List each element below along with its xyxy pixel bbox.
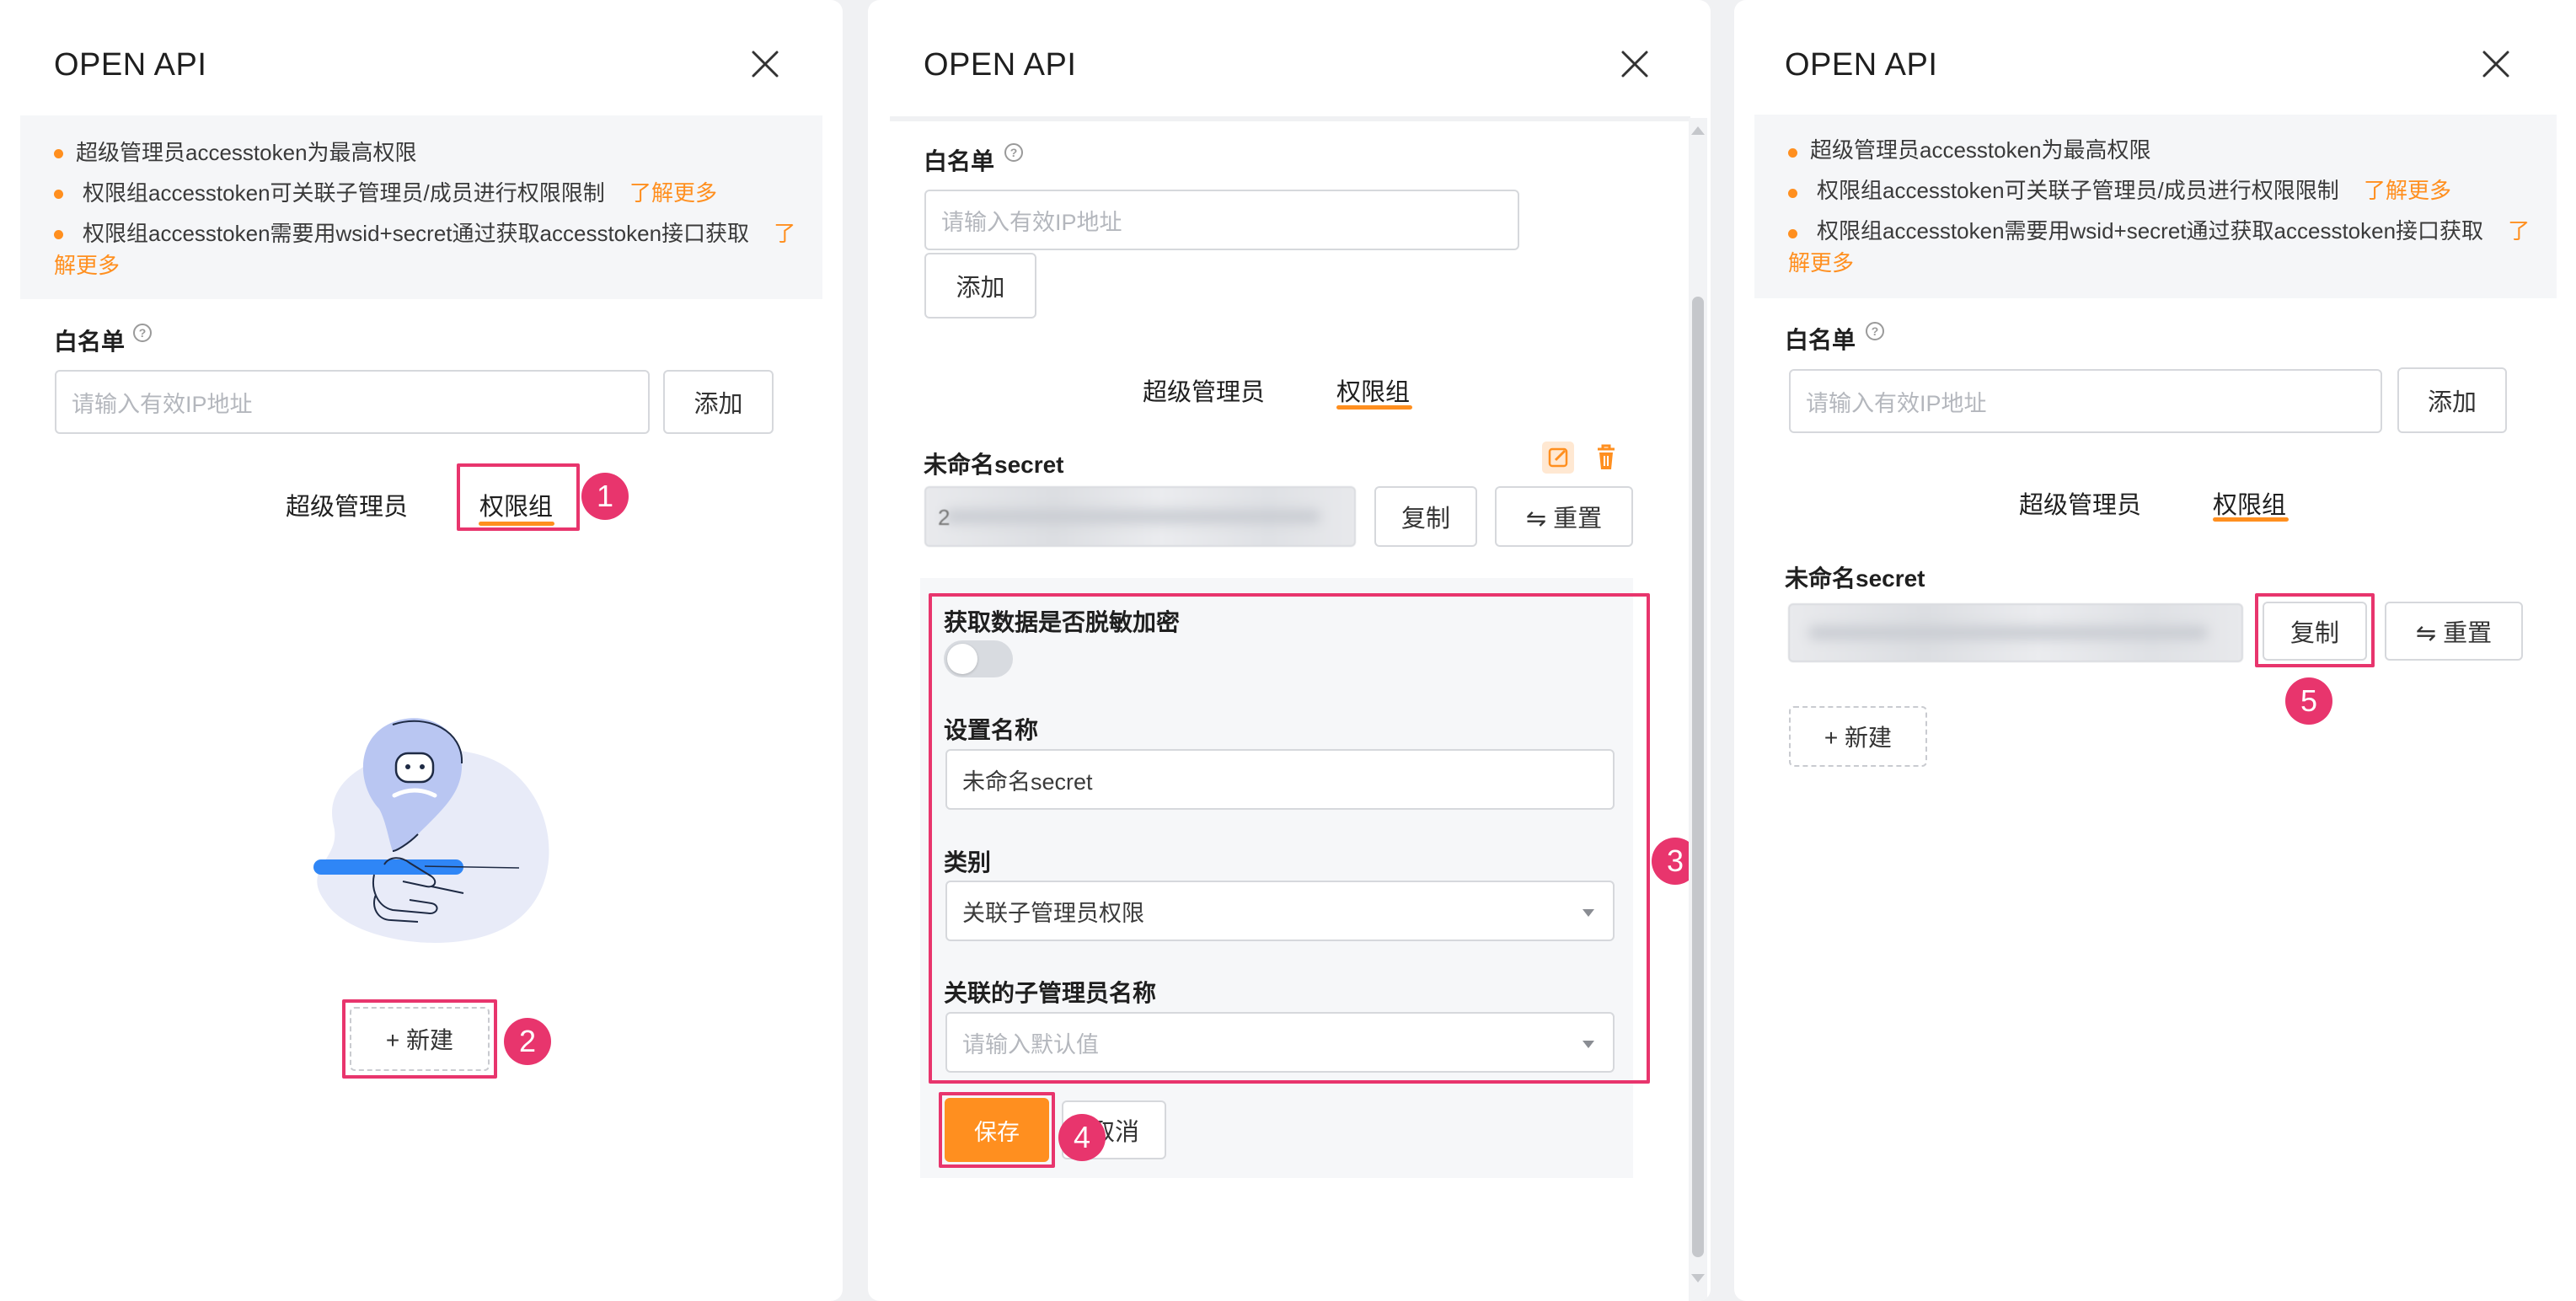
reset-button[interactable]: ⇋ 重置 <box>1495 486 1633 547</box>
notice-box: 超级管理员accesstoken为最高权限 权限组accesstoken可关联子… <box>20 115 822 299</box>
bullet-dot <box>54 190 63 199</box>
notice-line-2: 权限组accesstoken可关联子管理员/成员进行权限限制 了解更多 <box>1817 175 2451 206</box>
sub-admin-select[interactable]: 请输入默认值 <box>945 1012 1615 1073</box>
bullet-dot <box>54 230 63 239</box>
notice-box: 超级管理员accesstoken为最高权限 权限组accesstoken可关联子… <box>1754 115 2557 298</box>
desensitize-toggle[interactable] <box>944 640 1013 677</box>
add-ip-button[interactable]: 添加 <box>663 370 774 434</box>
bullet-dot <box>1788 229 1797 238</box>
learn-more-link[interactable]: 了解更多 <box>2364 178 2451 203</box>
scroll-up-arrow[interactable] <box>1691 126 1705 135</box>
open-api-dialog-result: OPEN API 超级管理员accesstoken为最高权限 权限组access… <box>1734 0 2576 1301</box>
delete-icon[interactable] <box>1591 442 1621 474</box>
tab-super-admin[interactable]: 超级管理员 <box>2019 485 2141 521</box>
secret-name: 未命名secret <box>924 452 1064 478</box>
active-tab-indicator <box>1336 405 1412 410</box>
chevron-down-icon <box>1583 1041 1594 1048</box>
sub-admin-label: 关联的子管理员名称 <box>944 980 1157 1006</box>
ip-input[interactable]: 请输入有效IP地址 <box>55 370 650 434</box>
whitelist-label: 白名单 <box>54 329 126 355</box>
open-api-dialog-form: OPEN API 白名单 ? 请输入有效IP地址 添加 超级管理员 权限组 未命… <box>868 0 1711 1301</box>
add-ip-button[interactable]: 添加 <box>924 253 1036 319</box>
tab-permission-group[interactable]: 权限组 <box>2213 485 2286 521</box>
name-label: 设置名称 <box>944 717 1039 743</box>
notice-line-3: 权限组accesstoken需要用wsid+secret通过获取accessto… <box>1817 216 2530 246</box>
notice-line-2: 权限组accesstoken可关联子管理员/成员进行权限限制 了解更多 <box>83 178 717 208</box>
tab-super-admin[interactable]: 超级管理员 <box>286 487 408 522</box>
add-ip-button[interactable]: 添加 <box>2397 367 2507 433</box>
notice-line-3-text: 权限组accesstoken需要用wsid+secret通过获取accessto… <box>1817 218 2484 244</box>
copy-button[interactable]: 复制 <box>2263 602 2367 661</box>
secret-name-input[interactable]: 未命名secret <box>945 749 1615 810</box>
chevron-down-icon <box>1583 909 1594 917</box>
scroll-divider <box>890 116 1690 121</box>
notice-line-1: 超级管理员accesstoken为最高权限 <box>76 140 417 165</box>
learn-more-link[interactable]: 了解更多 <box>629 180 717 206</box>
new-secret-button[interactable]: + 新建 <box>1789 706 1927 767</box>
secret-name: 未命名secret <box>1785 565 1925 592</box>
ip-input[interactable]: 请输入有效IP地址 <box>1789 369 2382 433</box>
bullet-dot <box>54 149 63 158</box>
desensitize-label: 获取数据是否脱敏加密 <box>944 609 1181 635</box>
masked-secret-field[interactable]: 2 <box>924 486 1356 547</box>
notice-line-1: 超级管理员accesstoken为最高权限 <box>1810 137 2151 163</box>
callout-badge-4: 4 <box>1058 1114 1106 1161</box>
help-icon[interactable]: ? <box>1866 322 1884 340</box>
bullet-dot <box>1788 189 1797 198</box>
notice-line-2-text: 权限组accesstoken可关联子管理员/成员进行权限限制 <box>1817 178 2339 203</box>
dialog-title: OPEN API <box>924 47 1077 83</box>
copy-button[interactable]: 复制 <box>1374 486 1477 547</box>
notice-line-3-text: 权限组accesstoken需要用wsid+secret通过获取accessto… <box>83 221 750 246</box>
active-tab-indicator <box>2213 517 2289 522</box>
dialog-title: OPEN API <box>1785 47 1938 83</box>
callout-badge-2: 2 <box>504 1018 551 1065</box>
category-select[interactable]: 关联子管理员权限 <box>945 881 1615 941</box>
toggle-knob <box>947 644 977 674</box>
category-label: 类别 <box>944 849 992 875</box>
masked-secret-prefix: 2 <box>938 505 951 530</box>
ip-input[interactable]: 请输入有效IP地址 <box>924 190 1519 250</box>
new-secret-button[interactable]: + 新建 <box>350 1007 490 1071</box>
open-api-dialog-initial: OPEN API 超级管理员accesstoken为最高权限 权限组access… <box>0 0 843 1301</box>
learn-more-link-start[interactable]: 了 <box>2508 218 2530 244</box>
whitelist-label: 白名单 <box>1785 327 1856 353</box>
callout-badge-1: 1 <box>581 473 629 520</box>
whitelist-label: 白名单 <box>924 148 995 174</box>
category-selected-value: 关联子管理员权限 <box>962 900 1144 926</box>
help-icon[interactable]: ? <box>1004 143 1023 162</box>
active-tab-indicator <box>479 522 554 526</box>
masked-secret-field[interactable] <box>1788 603 2243 662</box>
edit-icon[interactable] <box>1542 442 1574 474</box>
reset-button[interactable]: ⇋ 重置 <box>2385 602 2523 661</box>
sub-admin-placeholder: 请输入默认值 <box>962 1031 1099 1057</box>
close-icon[interactable] <box>2481 49 2511 79</box>
close-icon[interactable] <box>750 49 780 79</box>
help-icon[interactable]: ? <box>133 324 152 342</box>
callout-highlight-3 <box>929 593 1650 1084</box>
callout-badge-5: 5 <box>2285 677 2332 725</box>
notice-line-3: 权限组accesstoken需要用wsid+secret通过获取accessto… <box>83 218 795 249</box>
close-icon[interactable] <box>1620 49 1650 79</box>
learn-more-link-start[interactable]: 了 <box>774 221 795 246</box>
tab-permission-group[interactable]: 权限组 <box>1336 372 1410 408</box>
dialog-title: OPEN API <box>54 47 207 83</box>
notice-line-2-text: 权限组accesstoken可关联子管理员/成员进行权限限制 <box>83 180 605 206</box>
tab-super-admin[interactable]: 超级管理员 <box>1143 372 1265 408</box>
learn-more-link-end[interactable]: 解更多 <box>54 250 120 281</box>
tab-permission-group[interactable]: 权限组 <box>479 487 553 522</box>
empty-state-illustration <box>283 708 561 944</box>
save-button[interactable]: 保存 <box>945 1098 1049 1162</box>
bullet-dot <box>1788 148 1797 158</box>
scroll-down-arrow[interactable] <box>1691 1274 1705 1282</box>
scrollbar-thumb[interactable] <box>1692 297 1704 1257</box>
learn-more-link-end[interactable]: 解更多 <box>1788 248 1854 278</box>
